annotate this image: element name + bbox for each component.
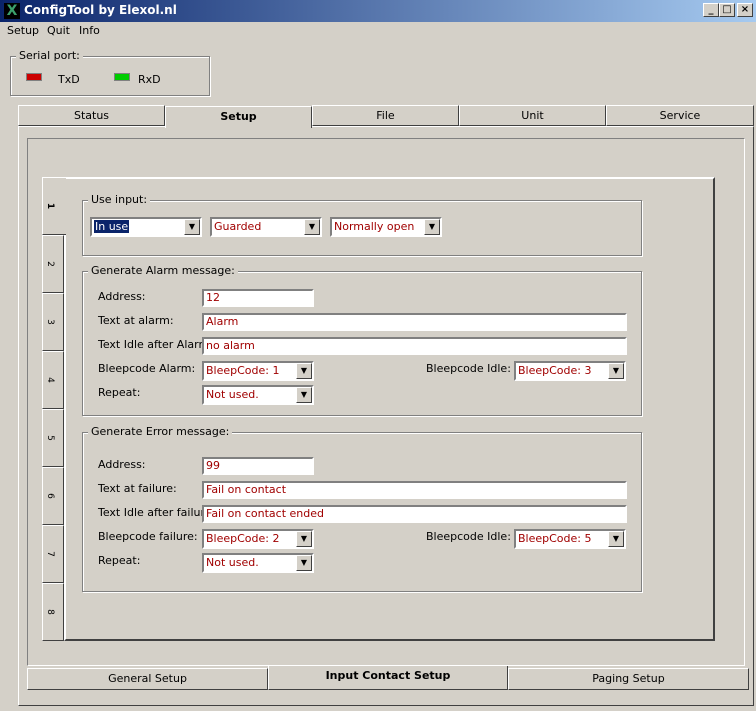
- guarded-select[interactable]: Guarded ▼: [210, 217, 322, 237]
- side-tab-2[interactable]: 2: [42, 235, 64, 293]
- txd-label: TxD: [58, 73, 80, 86]
- chevron-down-icon[interactable]: ▼: [296, 555, 312, 571]
- error-legend: Generate Error message:: [88, 425, 233, 438]
- alarm-address-field[interactable]: 12: [202, 289, 314, 307]
- error-bleep-select[interactable]: BleepCode: 2 ▼: [202, 529, 314, 549]
- tab-status[interactable]: Status: [18, 105, 165, 126]
- alarm-address-label: Address:: [98, 290, 146, 303]
- alarm-text-label: Text at alarm:: [98, 314, 174, 327]
- side-tab-3[interactable]: 3: [42, 293, 64, 351]
- tab-general-setup[interactable]: General Setup: [27, 668, 268, 690]
- window-title: ConfigTool by Elexol.nl: [24, 3, 177, 17]
- error-text-field[interactable]: Fail on contact: [202, 481, 627, 499]
- serial-port-legend: Serial port:: [16, 49, 83, 62]
- side-tab-8[interactable]: 8: [42, 583, 64, 641]
- side-tab-1-label: 1: [45, 202, 56, 210]
- error-bleep-idle-label: Bleepcode Idle:: [426, 530, 511, 543]
- menu-quit[interactable]: Quit: [47, 24, 70, 37]
- chevron-down-icon[interactable]: ▼: [608, 531, 624, 547]
- minimize-icon[interactable]: _: [703, 3, 719, 17]
- tab-input-contact-setup[interactable]: Input Contact Setup: [268, 666, 508, 690]
- alarm-bleep-select[interactable]: BleepCode: 1 ▼: [202, 361, 314, 381]
- error-idle-field[interactable]: Fail on contact ended: [202, 505, 627, 523]
- side-tab-5-label: 5: [44, 435, 55, 441]
- chevron-down-icon[interactable]: ▼: [296, 531, 312, 547]
- chevron-down-icon[interactable]: ▼: [296, 363, 312, 379]
- app-icon: X: [4, 3, 20, 19]
- chevron-down-icon[interactable]: ▼: [304, 219, 320, 235]
- alarm-legend: Generate Alarm message:: [88, 264, 238, 277]
- side-tab-3-label: 3: [44, 319, 55, 325]
- alarm-idle-field[interactable]: no alarm: [202, 337, 627, 355]
- side-tab-7-label: 7: [44, 551, 55, 557]
- tab-service[interactable]: Service: [606, 105, 754, 126]
- alarm-text-field[interactable]: Alarm: [202, 313, 627, 331]
- side-tab-4-label: 4: [44, 377, 55, 383]
- side-tab-8-label: 8: [44, 609, 55, 615]
- alarm-repeat-label: Repeat:: [98, 386, 141, 399]
- tab-file[interactable]: File: [312, 105, 459, 126]
- menu-info[interactable]: Info: [79, 24, 100, 37]
- in-use-select[interactable]: In use ▼: [90, 217, 202, 237]
- side-tab-5[interactable]: 5: [42, 409, 64, 467]
- tab-unit[interactable]: Unit: [459, 105, 606, 126]
- alarm-bleep-idle-label: Bleepcode Idle:: [426, 362, 511, 375]
- rxd-label: RxD: [138, 73, 161, 86]
- chevron-down-icon[interactable]: ▼: [608, 363, 624, 379]
- side-tab-6-label: 6: [44, 493, 55, 499]
- error-repeat-label: Repeat:: [98, 554, 141, 567]
- error-text-label: Text at failure:: [98, 482, 177, 495]
- side-tab-7[interactable]: 7: [42, 525, 64, 583]
- error-repeat-select[interactable]: Not used. ▼: [202, 553, 314, 573]
- txd-indicator: [26, 73, 42, 81]
- side-tab-2-label: 2: [44, 261, 55, 267]
- close-icon[interactable]: ×: [737, 3, 753, 17]
- side-tab-6[interactable]: 6: [42, 467, 64, 525]
- error-bleep-label: Bleepcode failure:: [98, 530, 198, 543]
- maximize-icon[interactable]: □: [719, 3, 735, 17]
- alarm-repeat-select[interactable]: Not used. ▼: [202, 385, 314, 405]
- tab-setup[interactable]: Setup: [165, 106, 312, 128]
- use-input-legend: Use input:: [88, 193, 151, 206]
- side-tab-4[interactable]: 4: [42, 351, 64, 409]
- normally-open-select[interactable]: Normally open ▼: [330, 217, 442, 237]
- error-address-label: Address:: [98, 458, 146, 471]
- tab-paging-setup[interactable]: Paging Setup: [508, 668, 749, 690]
- side-tab-1[interactable]: 1: [42, 177, 66, 235]
- error-idle-label: Text Idle after failure:: [98, 506, 216, 519]
- chevron-down-icon[interactable]: ▼: [184, 219, 200, 235]
- rxd-indicator: [114, 73, 130, 81]
- alarm-idle-label: Text Idle after Alarm:: [98, 338, 213, 351]
- title-bar: X ConfigTool by Elexol.nl _ □ ×: [0, 0, 756, 22]
- alarm-bleep-label: Bleepcode Alarm:: [98, 362, 196, 375]
- alarm-bleep-idle-select[interactable]: BleepCode: 3 ▼: [514, 361, 626, 381]
- error-bleep-idle-select[interactable]: BleepCode: 5 ▼: [514, 529, 626, 549]
- chevron-down-icon[interactable]: ▼: [424, 219, 440, 235]
- error-address-field[interactable]: 99: [202, 457, 314, 475]
- chevron-down-icon[interactable]: ▼: [296, 387, 312, 403]
- menu-setup[interactable]: Setup: [7, 24, 39, 37]
